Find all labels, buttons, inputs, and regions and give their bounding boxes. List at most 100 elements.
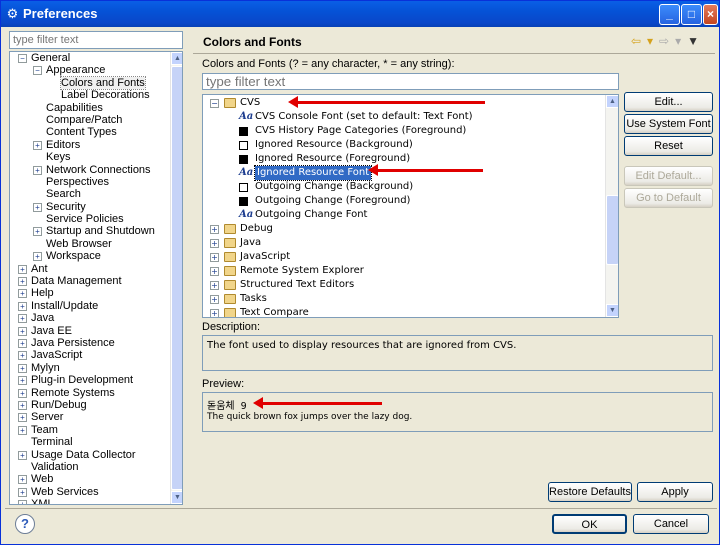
expand-icon[interactable]: + bbox=[210, 225, 219, 234]
tree-item[interactable]: Perspectives bbox=[10, 176, 170, 188]
tree-item[interactable]: + Mylyn bbox=[10, 362, 170, 374]
expand-icon[interactable]: + bbox=[210, 239, 219, 248]
tree-item[interactable]: + Usage Data Collector bbox=[10, 449, 170, 461]
close-button[interactable]: × bbox=[703, 4, 718, 25]
collapse-icon[interactable]: − bbox=[18, 54, 27, 63]
tree-item[interactable]: + Network Connections bbox=[10, 164, 170, 176]
tree-item[interactable]: + Data Management bbox=[10, 275, 170, 287]
collapse-icon[interactable]: − bbox=[210, 99, 219, 108]
tree-item[interactable]: Search bbox=[10, 188, 170, 200]
tree-item[interactable]: Service Policies bbox=[10, 213, 170, 225]
expand-icon[interactable]: + bbox=[18, 450, 27, 460]
collapse-icon[interactable]: − bbox=[33, 66, 42, 76]
edit-button[interactable]: Edit... bbox=[624, 92, 713, 112]
expand-icon[interactable]: + bbox=[18, 314, 27, 324]
tree-item[interactable]: + Help bbox=[10, 287, 170, 299]
tree-item[interactable]: + Java EE bbox=[10, 325, 170, 337]
tree-item[interactable]: + Java Persistence bbox=[10, 337, 170, 349]
scroll-up-icon[interactable]: ▲ bbox=[171, 52, 182, 65]
expand-icon[interactable]: + bbox=[210, 295, 219, 304]
left-scrollbar[interactable]: ▲ ▼ bbox=[170, 52, 182, 504]
color-font-item[interactable]: Ignored Resource (Foreground) bbox=[203, 152, 603, 166]
tree-item[interactable]: + Run/Debug bbox=[10, 399, 170, 411]
restore-defaults-button[interactable]: Restore Defaults bbox=[548, 482, 632, 502]
use-system-font-button[interactable]: Use System Font bbox=[624, 114, 713, 134]
expand-icon[interactable]: + bbox=[18, 500, 27, 504]
tree-item[interactable]: + XML bbox=[10, 498, 170, 504]
color-font-item[interactable]: Outgoing Change (Foreground) bbox=[203, 194, 603, 208]
expand-icon[interactable]: + bbox=[18, 425, 27, 435]
expand-icon[interactable]: + bbox=[18, 351, 27, 361]
tree-item[interactable]: + Server bbox=[10, 411, 170, 423]
color-font-item[interactable]: Aa CVS Console Font (set to default: Text… bbox=[203, 110, 603, 124]
expand-icon[interactable]: + bbox=[33, 165, 42, 175]
tree-item[interactable]: + Ant bbox=[10, 263, 170, 275]
tree-item[interactable]: Colors and Fonts bbox=[10, 75, 170, 91]
tree-item[interactable]: + Editors bbox=[10, 139, 170, 151]
minimize-button[interactable]: _ bbox=[659, 4, 680, 25]
expand-icon[interactable]: + bbox=[18, 388, 27, 398]
expand-icon[interactable]: + bbox=[210, 309, 219, 317]
tree-item[interactable]: + Startup and Shutdown bbox=[10, 225, 170, 237]
scroll-up-icon[interactable]: ▲ bbox=[606, 95, 618, 108]
color-font-item[interactable]: Ignored Resource (Background) bbox=[203, 138, 603, 152]
expand-icon[interactable]: + bbox=[33, 252, 42, 262]
tree-item[interactable]: Web Browser bbox=[10, 238, 170, 250]
color-font-item[interactable]: + Text Compare bbox=[203, 306, 603, 317]
color-font-item[interactable]: Outgoing Change (Background) bbox=[203, 180, 603, 194]
expand-icon[interactable]: + bbox=[33, 202, 42, 212]
maximize-button[interactable]: □ bbox=[681, 4, 702, 25]
color-font-item[interactable]: + Debug bbox=[203, 222, 603, 236]
cancel-button[interactable]: Cancel bbox=[633, 514, 709, 534]
ok-button[interactable]: OK bbox=[552, 514, 627, 534]
tree-item[interactable]: Capabilities bbox=[10, 102, 170, 114]
expand-icon[interactable]: + bbox=[18, 301, 27, 311]
tree-item[interactable]: + Workspace bbox=[10, 250, 170, 262]
tree-item[interactable]: Label Decorations bbox=[10, 89, 170, 101]
back-arrow-icon[interactable]: ⇦▾ bbox=[631, 34, 659, 48]
tree-item[interactable]: Validation bbox=[10, 461, 170, 473]
title-bar[interactable]: ⚙ Preferences _ □ × bbox=[1, 1, 719, 27]
color-font-item[interactable]: + Tasks bbox=[203, 292, 603, 306]
tree-item[interactable]: Keys bbox=[10, 151, 170, 163]
tree-item[interactable]: + Remote Systems bbox=[10, 387, 170, 399]
tree-item[interactable]: + Web bbox=[10, 473, 170, 485]
right-scrollbar[interactable]: ▲ ▼ bbox=[605, 95, 618, 317]
view-menu-icon[interactable]: ▼ bbox=[687, 34, 705, 48]
color-font-item[interactable]: Aa Outgoing Change Font bbox=[203, 208, 603, 222]
reset-button[interactable]: Reset bbox=[624, 136, 713, 156]
tree-item[interactable]: − Appearance bbox=[10, 64, 170, 76]
scroll-down-icon[interactable]: ▼ bbox=[606, 304, 618, 317]
scroll-thumb[interactable] bbox=[606, 195, 618, 265]
expand-icon[interactable]: + bbox=[210, 281, 219, 290]
color-font-item[interactable]: + JavaScript bbox=[203, 250, 603, 264]
color-font-item[interactable]: CVS History Page Categories (Foreground) bbox=[203, 124, 603, 138]
scroll-down-icon[interactable]: ▼ bbox=[171, 491, 182, 504]
tree-item[interactable]: + Install/Update bbox=[10, 300, 170, 312]
tree-item[interactable]: + Java bbox=[10, 312, 170, 324]
expand-icon[interactable]: + bbox=[18, 400, 27, 410]
help-icon[interactable]: ? bbox=[15, 514, 35, 534]
expand-icon[interactable]: + bbox=[18, 376, 27, 386]
left-filter-input[interactable] bbox=[9, 31, 183, 49]
forward-arrow-icon[interactable]: ⇨▾ bbox=[659, 34, 687, 48]
color-font-item[interactable]: + Remote System Explorer bbox=[203, 264, 603, 278]
color-font-item[interactable]: + Structured Text Editors bbox=[203, 278, 603, 292]
expand-icon[interactable]: + bbox=[18, 264, 27, 274]
tree-item[interactable]: Content Types bbox=[10, 126, 170, 138]
expand-icon[interactable]: + bbox=[18, 413, 27, 423]
expand-icon[interactable]: + bbox=[18, 326, 27, 336]
color-font-item[interactable]: + Java bbox=[203, 236, 603, 250]
expand-icon[interactable]: + bbox=[210, 267, 219, 276]
expand-icon[interactable]: + bbox=[18, 277, 27, 287]
tree-item[interactable]: Compare/Patch bbox=[10, 114, 170, 126]
colors-filter-input[interactable] bbox=[202, 73, 619, 90]
expand-icon[interactable]: + bbox=[33, 227, 42, 237]
expand-icon[interactable]: + bbox=[210, 253, 219, 262]
edit-default-button[interactable]: Edit Default... bbox=[624, 166, 713, 186]
expand-icon[interactable]: + bbox=[18, 363, 27, 373]
tree-item[interactable]: + Team bbox=[10, 424, 170, 436]
tree-item[interactable]: + Plug-in Development bbox=[10, 374, 170, 386]
expand-icon[interactable]: + bbox=[18, 475, 27, 485]
tree-item[interactable]: − General bbox=[10, 52, 170, 64]
